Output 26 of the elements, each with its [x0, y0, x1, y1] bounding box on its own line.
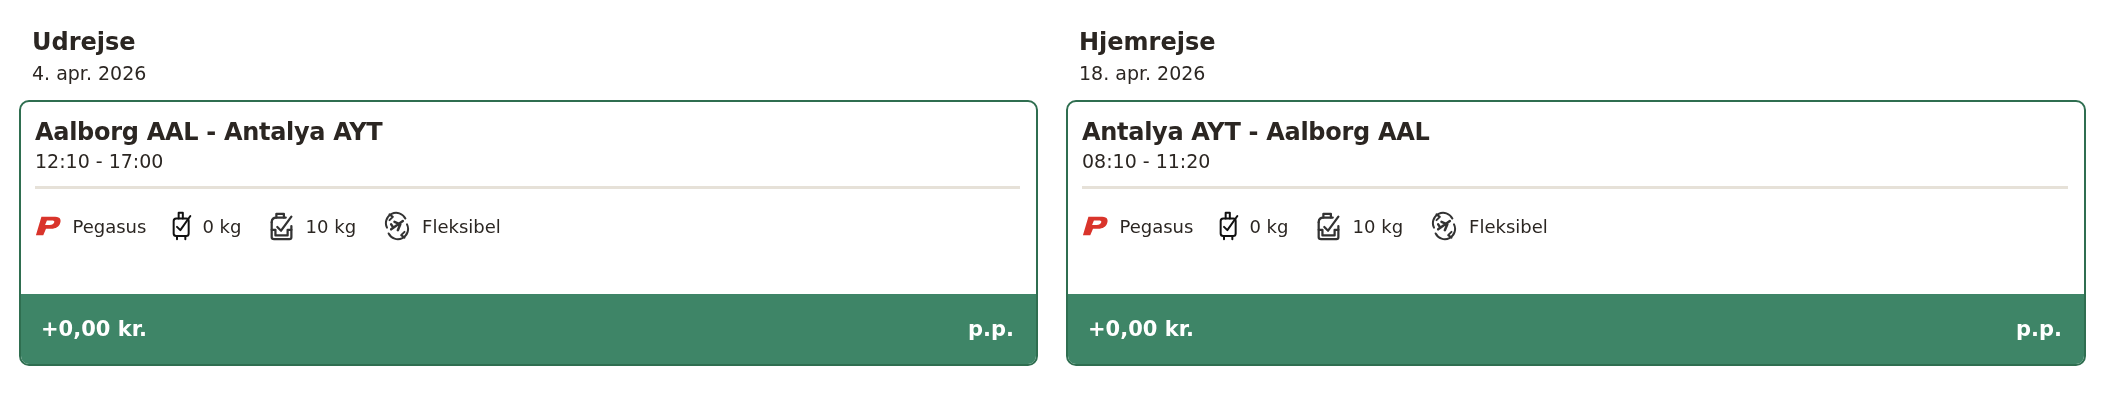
feature-label: 0 kg	[202, 215, 242, 237]
feature-label: Fleksibel	[1469, 215, 1548, 237]
flight-time: 12:10 - 17:00	[35, 150, 165, 172]
price-unit: p.p.	[967, 317, 1014, 341]
price-unit: p.p.	[2015, 317, 2062, 341]
feature-label: Pegasus	[72, 215, 147, 237]
leg-heading: Udrejse	[31, 28, 137, 58]
leg-heading: Hjemrejse	[1078, 28, 1217, 58]
suitcase-check-icon	[1219, 211, 1240, 241]
flight-time: 08:10 - 11:20	[1082, 150, 1212, 172]
feature-label: 0 kg	[1249, 215, 1289, 237]
flight-card[interactable]: Antalya AYT - Aalborg AAL 08:10 - 11:20 Pegasus 0 kg 10 kg Fleksibel +0,00 kr. p.p.	[1066, 100, 2086, 366]
price: +0,00 kr.	[1088, 317, 1195, 341]
leg-date: 18. apr. 2026	[1078, 62, 1207, 86]
route-title: Antalya AYT - Aalborg AAL	[1082, 118, 1431, 146]
airline-logo-icon	[1082, 215, 1110, 237]
feature-label: Fleksibel	[422, 215, 501, 237]
feature-label: 10 kg	[305, 215, 357, 237]
feature-label: 10 kg	[1352, 215, 1404, 237]
flight-card[interactable]: Aalborg AAL - Antalya AYT 12:10 - 17:00 Pegasus 0 kg 10 kg Fleksibel +0,00 kr. p.p.	[19, 100, 1038, 366]
price: +0,00 kr.	[41, 317, 148, 341]
suitcase-check-icon	[172, 211, 193, 241]
route-title: Aalborg AAL - Antalya AYT	[35, 118, 384, 146]
leg-date: 4. apr. 2026	[31, 62, 148, 86]
feature-label: Pegasus	[1119, 215, 1194, 237]
airline-logo-icon	[35, 215, 63, 237]
